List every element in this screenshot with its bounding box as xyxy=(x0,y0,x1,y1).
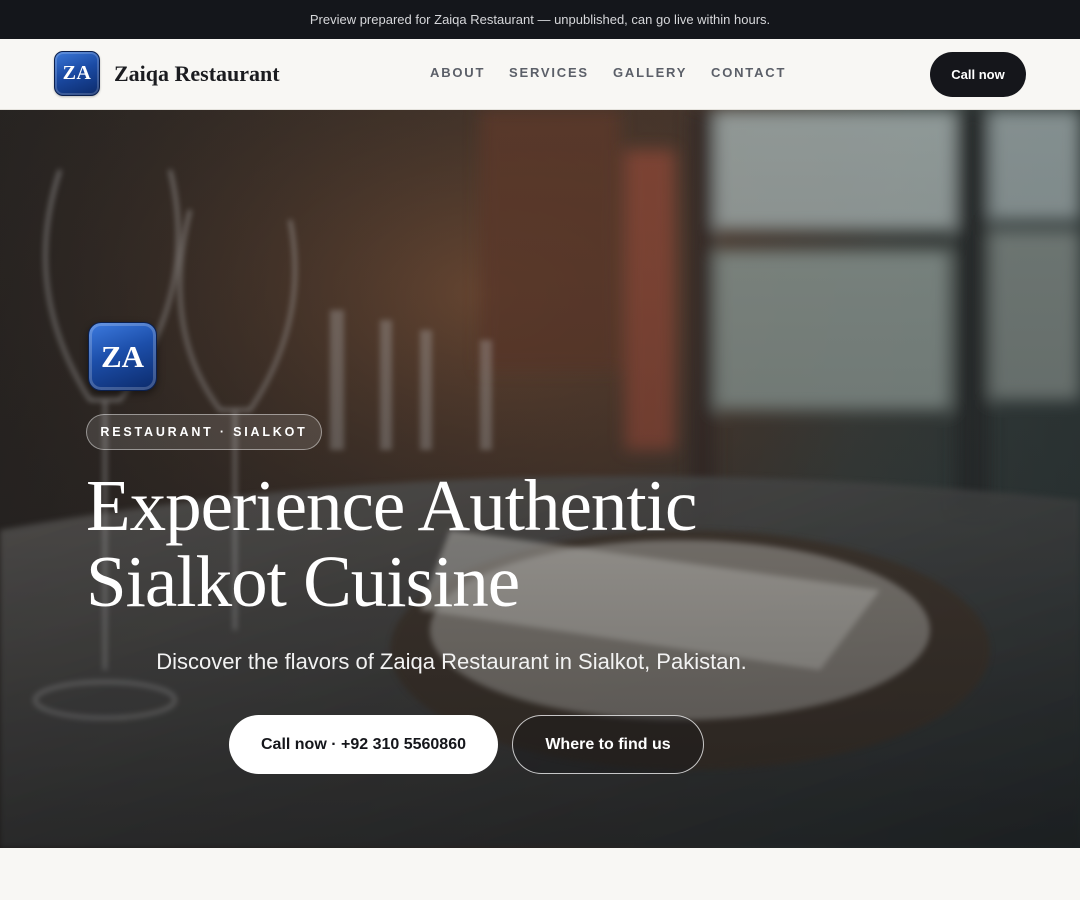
nav-services[interactable]: SERVICES xyxy=(509,65,589,80)
find-us-button[interactable]: Where to find us xyxy=(512,715,704,774)
call-now-button[interactable]: Call now xyxy=(930,52,1026,97)
hero-title-line-1: Experience Authentic xyxy=(86,465,697,546)
main-nav: ABOUT SERVICES GALLERY CONTACT xyxy=(0,65,1080,85)
category-badge: RESTAURANT · SIALKOT xyxy=(86,414,322,450)
preview-banner-text: Preview prepared for Zaiqa Restaurant — … xyxy=(309,12,771,27)
nav-about[interactable]: ABOUT xyxy=(430,65,485,80)
hero-section: ZA RESTAURANT · SIALKOT Experience Authe… xyxy=(0,110,1080,848)
hero-logo: ZA xyxy=(88,322,157,391)
preview-banner: Preview prepared for Zaiqa Restaurant — … xyxy=(0,0,1080,39)
hero-title-line-2: Sialkot Cuisine xyxy=(86,541,520,622)
hero-subtitle: Discover the flavors of Zaiqa Restaurant… xyxy=(156,649,747,674)
nav-gallery[interactable]: GALLERY xyxy=(613,65,687,80)
hero-title: Experience Authentic Sialkot Cuisine xyxy=(86,468,886,620)
site-header: ZA Zaiqa Restaurant ABOUT SERVICES GALLE… xyxy=(0,39,1080,110)
hero-logo-text: ZA xyxy=(100,338,145,374)
call-phone-button[interactable]: Call now · +92 310 5560860 xyxy=(229,715,498,774)
nav-contact[interactable]: CONTACT xyxy=(711,65,786,80)
